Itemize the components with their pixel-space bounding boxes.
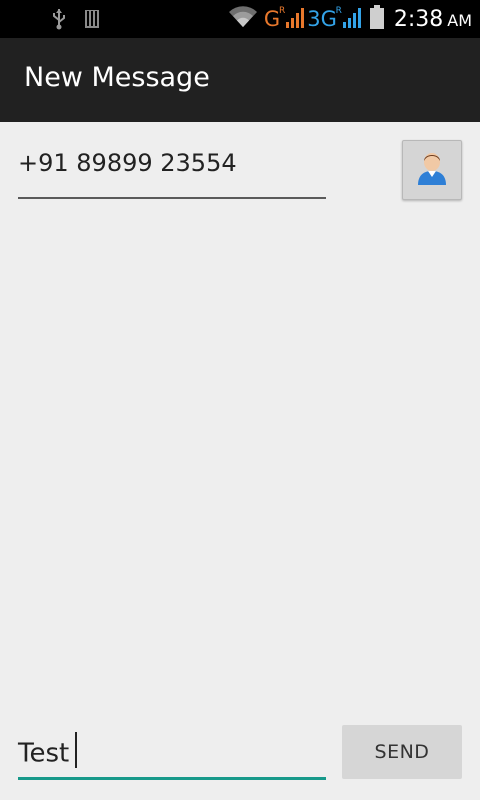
action-bar: New Message xyxy=(0,38,480,122)
send-button[interactable]: SEND xyxy=(342,725,462,779)
contact-picker-button[interactable] xyxy=(402,140,462,200)
status-clock: 2:38 AM xyxy=(394,7,472,32)
usb-icon xyxy=(52,8,66,34)
page-title: New Message xyxy=(24,62,210,93)
message-value: Test xyxy=(18,732,78,772)
network-g-indicator: GR xyxy=(263,5,286,31)
clock-ampm: AM xyxy=(447,10,472,30)
message-input[interactable]: Test xyxy=(18,728,326,780)
signal-bars-icon xyxy=(342,6,362,32)
wifi-icon xyxy=(228,5,258,33)
network-3g-indicator: 3G R xyxy=(307,5,342,31)
status-bar: GR 3G R 2:38 AM xyxy=(0,0,480,38)
signal-bars-icon xyxy=(285,6,305,32)
recipient-field[interactable]: +91 89899 23554 xyxy=(18,144,326,199)
clock-time: 2:38 xyxy=(393,6,444,32)
recipient-value: +91 89899 23554 xyxy=(18,149,237,177)
text-cursor xyxy=(75,732,78,768)
status-bar-left xyxy=(52,8,100,34)
contact-person-icon xyxy=(415,150,449,190)
status-bar-right: GR 3G R 2:38 AM xyxy=(228,4,472,34)
battery-icon xyxy=(369,5,384,33)
sd-card-icon xyxy=(84,9,100,33)
